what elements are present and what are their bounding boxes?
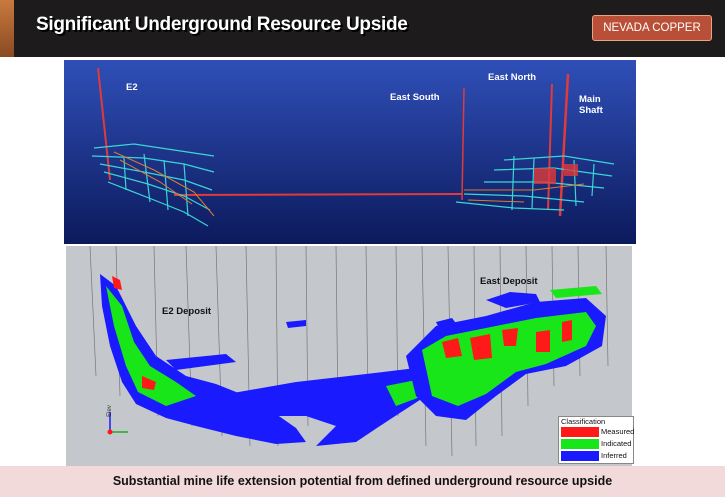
slide-title: Significant Underground Resource Upside	[36, 14, 408, 35]
label-east-deposit: East Deposit	[480, 276, 538, 287]
legend-item-measured: Measured	[561, 426, 635, 437]
underground-workings-view: E2 East South East North Main Shaft	[64, 60, 636, 244]
company-logo: NEVADA COPPER	[592, 15, 712, 41]
slide-header: Significant Underground Resource Upside …	[0, 0, 725, 57]
label-e2: E2	[126, 82, 138, 93]
legend-swatch-indicated	[561, 439, 599, 449]
legend-label-indicated: Indicated	[601, 439, 632, 448]
resource-model-drawing	[66, 246, 632, 466]
header-accent	[0, 0, 14, 57]
label-main-shaft-line2: Shaft	[579, 105, 603, 116]
label-east-south: East South	[390, 92, 440, 103]
footer-caption: Substantial mine life extension potentia…	[112, 474, 613, 488]
label-east-north: East North	[488, 72, 537, 83]
legend-swatch-measured	[561, 427, 599, 437]
legend-label-inferred: Inferred	[601, 451, 627, 460]
legend-title: Classification	[561, 417, 606, 426]
label-main-shaft-line1: Main	[579, 94, 601, 105]
workings-drawing	[64, 60, 636, 244]
legend-item-inferred: Inferred	[561, 450, 631, 461]
axis-label: Elev	[106, 405, 113, 417]
legend-swatch-inferred	[561, 451, 599, 461]
resource-classification-view: E2 Deposit East Deposit Elev Classificat…	[66, 246, 634, 466]
legend-label-measured: Measured	[601, 427, 635, 436]
label-e2-deposit: E2 Deposit	[162, 306, 212, 317]
slide-footer: Substantial mine life extension potentia…	[0, 466, 725, 497]
legend-item-indicated: Indicated	[561, 438, 631, 449]
classification-legend: Classification Measured Indicated Inferr…	[558, 416, 634, 464]
